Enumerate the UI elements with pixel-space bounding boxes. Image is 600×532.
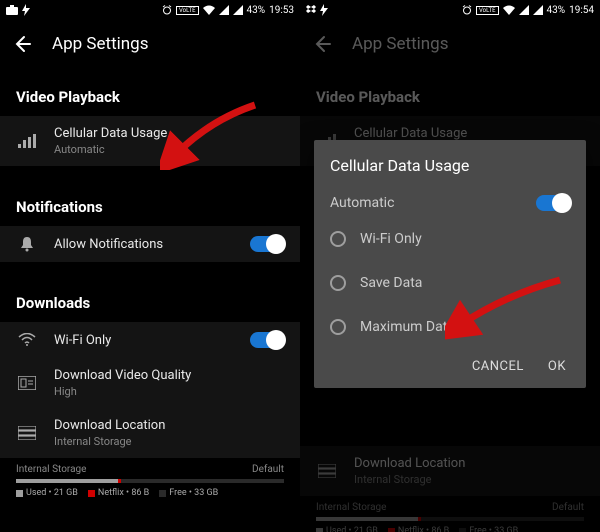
section-title-notifications: Notifications: [0, 192, 300, 226]
sub-cellular: Automatic: [54, 143, 284, 156]
cellular-data-dialog: Cellular Data Usage Automatic Wi-Fi Only…: [314, 140, 586, 388]
row-wifi-only[interactable]: Wi-Fi Only: [0, 322, 300, 358]
section-downloads: Downloads Wi-Fi Only Download Video Qual…: [0, 274, 300, 458]
page-title: App Settings: [52, 34, 148, 54]
storage-icon: [16, 426, 38, 440]
screen-left: VoLTE 43% 19:53 App Settings Video Playb…: [0, 0, 300, 532]
dialog-title: Cellular Data Usage: [330, 156, 570, 175]
option-label-max: Maximum Data: [360, 319, 455, 335]
legend-free: Free • 33 GB: [169, 488, 218, 498]
toggle-wifi-only[interactable]: [250, 332, 284, 348]
option-label-wifi: Wi-Fi Only: [360, 231, 422, 247]
label-quality: Download Video Quality: [54, 368, 284, 383]
battery-text: 43%: [247, 5, 266, 16]
alarm-icon: [162, 5, 172, 15]
row-cellular-data[interactable]: Cellular Data Usage Automatic: [0, 116, 300, 166]
back-button[interactable]: [12, 34, 32, 54]
row-download-location[interactable]: Download Location Internal Storage: [0, 408, 300, 458]
app-bar: App Settings: [0, 20, 300, 68]
row-allow-notifications[interactable]: Allow Notifications: [0, 226, 300, 262]
option-maximum-data[interactable]: Maximum Data: [330, 305, 570, 349]
volte-badge: VoLTE: [176, 6, 199, 15]
storage-bar: [16, 479, 284, 483]
section-title-downloads: Downloads: [0, 288, 300, 322]
camera-icon: [6, 5, 18, 15]
option-label-save: Save Data: [360, 275, 422, 291]
section-title-playback: Video Playback: [0, 82, 300, 116]
option-save-data[interactable]: Save Data: [330, 261, 570, 305]
legend-used: Used • 21 GB: [26, 488, 78, 498]
screen-right: VoLTE 43% 19:54 App Settings Video Playb…: [300, 0, 600, 532]
sub-quality: High: [54, 385, 284, 398]
wifi-icon-row: [16, 333, 38, 347]
legend-netflix: Netflix • 86 B: [98, 488, 149, 498]
dialog-automatic-label: Automatic: [330, 195, 394, 211]
radio-icon: [330, 275, 346, 291]
label-cellular: Cellular Data Usage: [54, 126, 284, 141]
radio-icon: [330, 231, 346, 247]
bell-icon: [16, 236, 38, 252]
section-playback: Video Playback Cellular Data Usage Autom…: [0, 68, 300, 166]
toggle-automatic[interactable]: [536, 195, 570, 211]
clock: 19:53: [269, 5, 294, 16]
toggle-notifications[interactable]: [250, 236, 284, 252]
storage-default: Default: [252, 464, 284, 475]
option-wifi-only[interactable]: Wi-Fi Only: [330, 217, 570, 261]
storage-label: Internal Storage: [16, 464, 86, 475]
label-wifi-only: Wi-Fi Only: [54, 333, 234, 348]
storage-footer: Internal Storage Default Used • 21 GB Ne…: [0, 458, 300, 502]
radio-icon: [330, 319, 346, 335]
dialog-ok-button[interactable]: OK: [548, 359, 566, 374]
section-notifications: Notifications Allow Notifications: [0, 178, 300, 262]
signal-icon: [219, 5, 229, 15]
bars-icon: [16, 134, 38, 148]
row-download-quality[interactable]: Download Video Quality High: [0, 358, 300, 408]
sub-location: Internal Storage: [54, 435, 284, 448]
signal-icon-2: [233, 5, 243, 15]
dialog-cancel-button[interactable]: CANCEL: [472, 359, 524, 374]
label-notifications: Allow Notifications: [54, 237, 234, 252]
status-bar: VoLTE 43% 19:53: [0, 0, 300, 20]
label-location: Download Location: [54, 418, 284, 433]
bolt-icon: [22, 4, 30, 16]
wifi-icon: [203, 5, 215, 15]
quality-icon: [16, 376, 38, 390]
